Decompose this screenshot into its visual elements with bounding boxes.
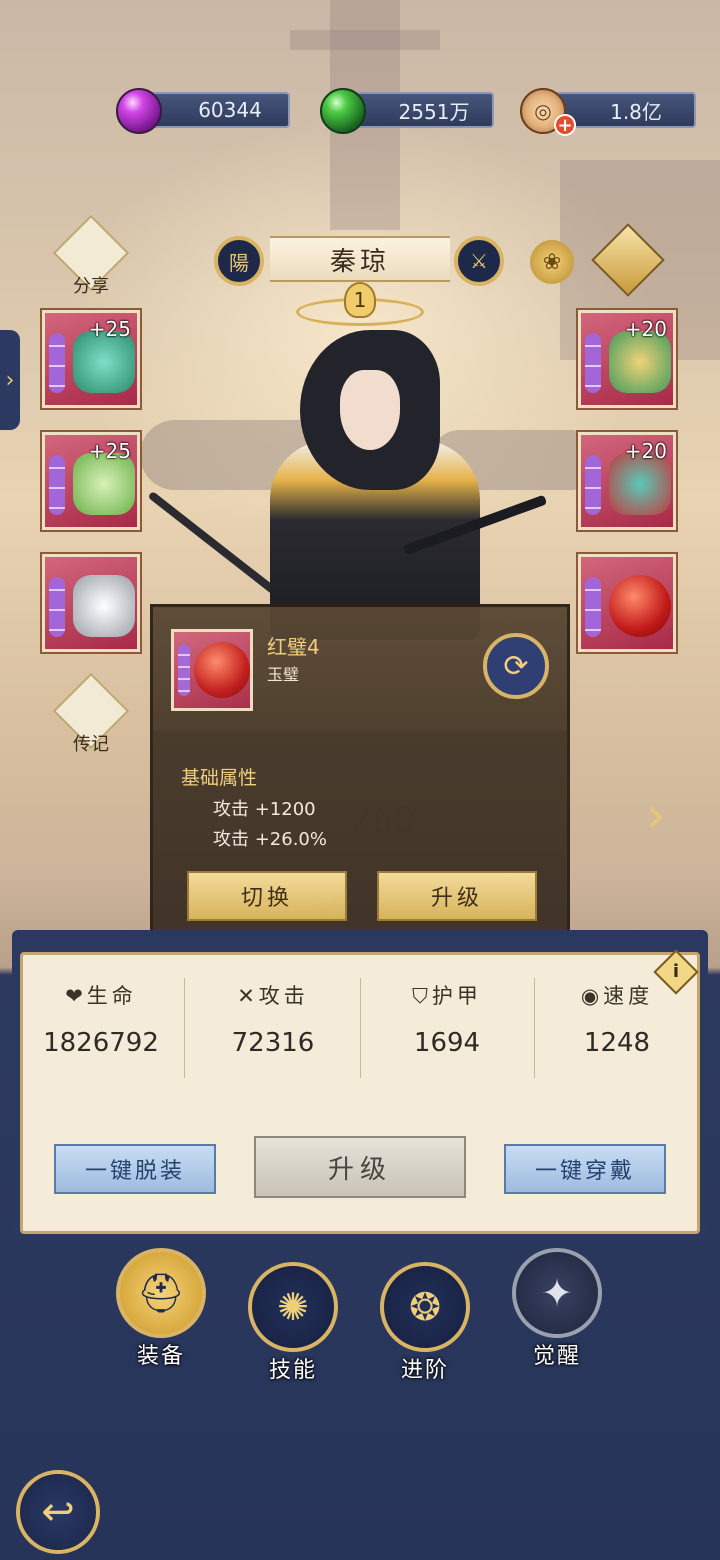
currency-value: 60344 xyxy=(198,98,262,122)
stat-value: 1248 xyxy=(583,1028,651,1058)
red-jade-icon xyxy=(609,575,671,637)
stat-label: ⛉护甲 xyxy=(362,980,532,1010)
green-gem-icon xyxy=(320,88,366,134)
add-currency-button[interactable]: + xyxy=(554,114,576,136)
stat-label-text: 生命 xyxy=(86,984,137,1008)
shield-icon: ⛉ xyxy=(412,984,432,1008)
rank-chain-icon xyxy=(49,333,65,393)
back-arrow-icon: ↩ xyxy=(41,1489,75,1535)
stat-armor: ⛉护甲 1694 xyxy=(362,980,532,1058)
divider xyxy=(184,978,185,1078)
rank-chain-icon xyxy=(178,644,190,696)
swirl-icon: ◉ xyxy=(580,984,604,1008)
tooltip-item-name: 红璧4 xyxy=(267,635,320,659)
nav-skills-label: 技能 xyxy=(268,1358,317,1383)
upgrade-item-button[interactable]: 升级 xyxy=(377,871,537,921)
biography-label: 传记 xyxy=(73,734,109,755)
tooltip-attribute: 攻击 +26.0% xyxy=(213,829,327,850)
nav-equipment-label: 装备 xyxy=(136,1344,185,1369)
stat-speed: ◉速度 1248 xyxy=(532,980,702,1058)
stat-label-text: 速度 xyxy=(603,984,654,1008)
unequip-all-button[interactable]: 一键脱装 xyxy=(54,1144,216,1194)
tooltip-item-type: 玉璧 xyxy=(267,665,300,684)
equipment-slot-weapon[interactable]: +25 xyxy=(42,310,140,408)
tooltip-section-title: 基础属性 xyxy=(181,767,258,789)
currency-value: 2551万 xyxy=(398,99,470,124)
side-expand-tab[interactable]: › xyxy=(0,330,20,430)
back-button[interactable]: ↩ xyxy=(16,1470,100,1554)
rank-chain-icon xyxy=(49,577,65,637)
enhance-level: +20 xyxy=(624,317,667,341)
equipment-slot-armor[interactable]: +25 xyxy=(42,432,140,530)
upgrade-button[interactable]: 升级 xyxy=(254,1136,466,1198)
crossed-swords-icon: ✕ xyxy=(237,984,259,1008)
enhance-level: +25 xyxy=(88,439,131,463)
currency-green: 2551万 xyxy=(344,92,494,128)
stat-hp: ❤生命 1826792 xyxy=(16,980,186,1058)
nav-skills[interactable]: ✺ xyxy=(248,1262,338,1352)
equipment-slot-jade[interactable] xyxy=(578,554,676,652)
equipment-slot-boots[interactable]: +20 xyxy=(578,310,676,408)
divider xyxy=(360,978,361,1078)
sword-faction-icon[interactable]: ⚔ xyxy=(454,236,504,286)
nav-advance-label: 进阶 xyxy=(400,1358,449,1383)
stat-value: 1826792 xyxy=(43,1028,159,1058)
stat-label: ❤生命 xyxy=(16,980,186,1010)
helmet-icon: ⛑ xyxy=(136,1270,186,1315)
nav-equipment[interactable]: ⛑ xyxy=(116,1248,206,1338)
enhance-level: +25 xyxy=(88,317,131,341)
tooltip-item-icon xyxy=(171,629,253,711)
nav-awaken[interactable]: ✦ xyxy=(512,1248,602,1338)
enhance-level: +20 xyxy=(624,439,667,463)
stat-label-text: 护甲 xyxy=(431,984,482,1008)
phoenix-icon: ❂ xyxy=(409,1285,441,1329)
refresh-icon[interactable]: ⟳ xyxy=(483,633,549,699)
equip-all-button[interactable]: 一键穿戴 xyxy=(504,1144,666,1194)
equipment-slot-accessory[interactable]: +20 xyxy=(578,432,676,530)
mask-icon xyxy=(73,575,135,637)
nav-awaken-label: 觉醒 xyxy=(532,1344,581,1369)
hero-name: 秦琼 xyxy=(270,236,450,282)
background-tower xyxy=(290,30,440,50)
stat-attack: ✕攻击 72316 xyxy=(188,980,358,1058)
stat-label: ◉速度 xyxy=(532,980,702,1010)
skill-icon: ✺ xyxy=(277,1285,309,1329)
nav-advance[interactable]: ❂ xyxy=(380,1262,470,1352)
next-hero-arrow[interactable]: › xyxy=(646,786,686,856)
lotus-icon[interactable]: ❀ xyxy=(530,240,574,284)
tooltip-attribute: 攻击 +1200 xyxy=(213,799,316,820)
currency-value: 1.8亿 xyxy=(610,99,662,124)
awaken-icon: ✦ xyxy=(541,1271,573,1315)
equipment-slot-helmet[interactable] xyxy=(42,554,140,652)
rank-chain-icon xyxy=(585,333,601,393)
yang-badge: 陽 xyxy=(214,236,264,286)
purple-gem-icon xyxy=(116,88,162,134)
star-level-badge: 1 xyxy=(344,282,376,318)
switch-button[interactable]: 切换 xyxy=(187,871,347,921)
rank-chain-icon xyxy=(585,455,601,515)
share-label: 分享 xyxy=(73,276,109,297)
character-face xyxy=(340,370,400,450)
rank-chain-icon xyxy=(585,577,601,637)
red-jade-icon xyxy=(194,642,250,698)
rank-chain-icon xyxy=(49,455,65,515)
stat-label: ✕攻击 xyxy=(188,980,358,1010)
currency-purple: 60344 xyxy=(140,92,290,128)
heart-icon: ❤ xyxy=(65,984,87,1008)
stat-value: 72316 xyxy=(231,1028,315,1058)
stat-label-text: 攻击 xyxy=(258,984,309,1008)
stat-value: 1694 xyxy=(413,1028,481,1058)
item-tooltip: 红璧4 玉璧 ⟳ 基础属性 攻击 +1200 攻击 +26.0% 切换 升级 xyxy=(150,604,570,954)
